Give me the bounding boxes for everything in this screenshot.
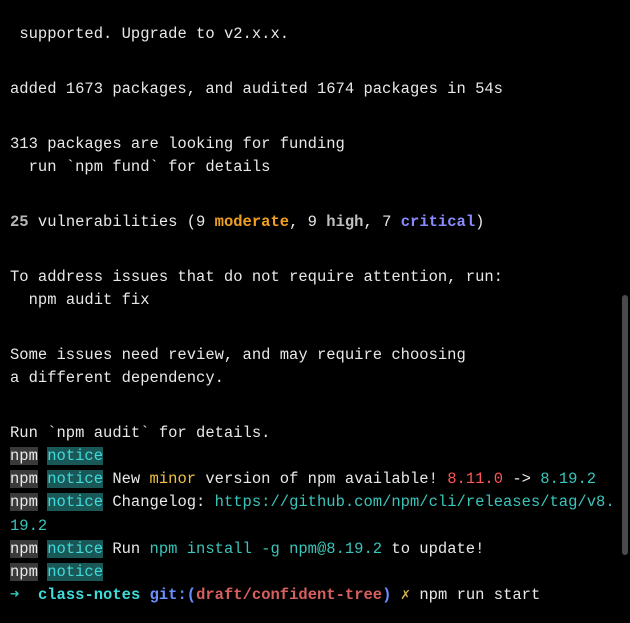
- line-fund-cmd: run `npm fund` for details: [10, 158, 270, 176]
- npm-badge: npm: [10, 540, 38, 558]
- line-notice-2: npm notice New minor version of npm avai…: [10, 470, 596, 488]
- npm-badge: npm: [10, 470, 38, 488]
- install-cmd: npm install -g npm@8.19.2: [150, 540, 383, 558]
- line-address: To address issues that do not require at…: [10, 268, 503, 286]
- line-audit: Run `npm audit` for details.: [10, 424, 270, 442]
- prompt-arrow-icon: ➜: [10, 586, 29, 604]
- prompt-line[interactable]: ➜ class-notes git:(draft/confident-tree)…: [10, 586, 540, 604]
- line-notice-4: npm notice Run npm install -g npm@8.19.2…: [10, 540, 484, 558]
- vuln-critical: critical: [401, 213, 475, 231]
- dirty-icon: ✗: [391, 586, 410, 604]
- new-version: 8.19.2: [540, 470, 596, 488]
- scrollbar[interactable]: [622, 295, 628, 555]
- line-notice-3: npm notice Changelog: https://github.com…: [10, 493, 615, 534]
- line-funding: 313 packages are looking for funding: [10, 135, 345, 153]
- notice-badge: notice: [47, 470, 103, 488]
- prompt-command: npm run start: [410, 586, 540, 604]
- line-review-a: Some issues need review, and may require…: [10, 346, 466, 364]
- line-notice-1: npm notice: [10, 447, 103, 465]
- line-upgrade: supported. Upgrade to v2.x.x.: [10, 25, 289, 43]
- notice-badge: notice: [47, 447, 103, 465]
- git-branch: draft/confident-tree: [196, 586, 382, 604]
- notice-badge: notice: [47, 563, 103, 581]
- vuln-count: 25: [10, 213, 29, 231]
- notice-badge: notice: [47, 493, 103, 511]
- terminal-output: supported. Upgrade to v2.x.x. added 1673…: [0, 0, 630, 608]
- old-version: 8.11.0: [447, 470, 503, 488]
- line-notice-5: npm notice: [10, 563, 103, 581]
- minor-label: minor: [150, 470, 197, 488]
- notice-badge: notice: [47, 540, 103, 558]
- line-added: added 1673 packages, and audited 1674 pa…: [10, 80, 503, 98]
- npm-badge: npm: [10, 447, 38, 465]
- vuln-moderate: moderate: [215, 213, 289, 231]
- npm-badge: npm: [10, 563, 38, 581]
- vuln-high: high: [326, 213, 363, 231]
- prompt-folder: class-notes: [29, 586, 141, 604]
- line-audit-fix: npm audit fix: [10, 291, 150, 309]
- git-label: git:(: [140, 586, 196, 604]
- npm-badge: npm: [10, 493, 38, 511]
- line-review-b: a different dependency.: [10, 369, 224, 387]
- line-vulnerabilities: 25 vulnerabilities (9 moderate, 9 high, …: [10, 213, 484, 231]
